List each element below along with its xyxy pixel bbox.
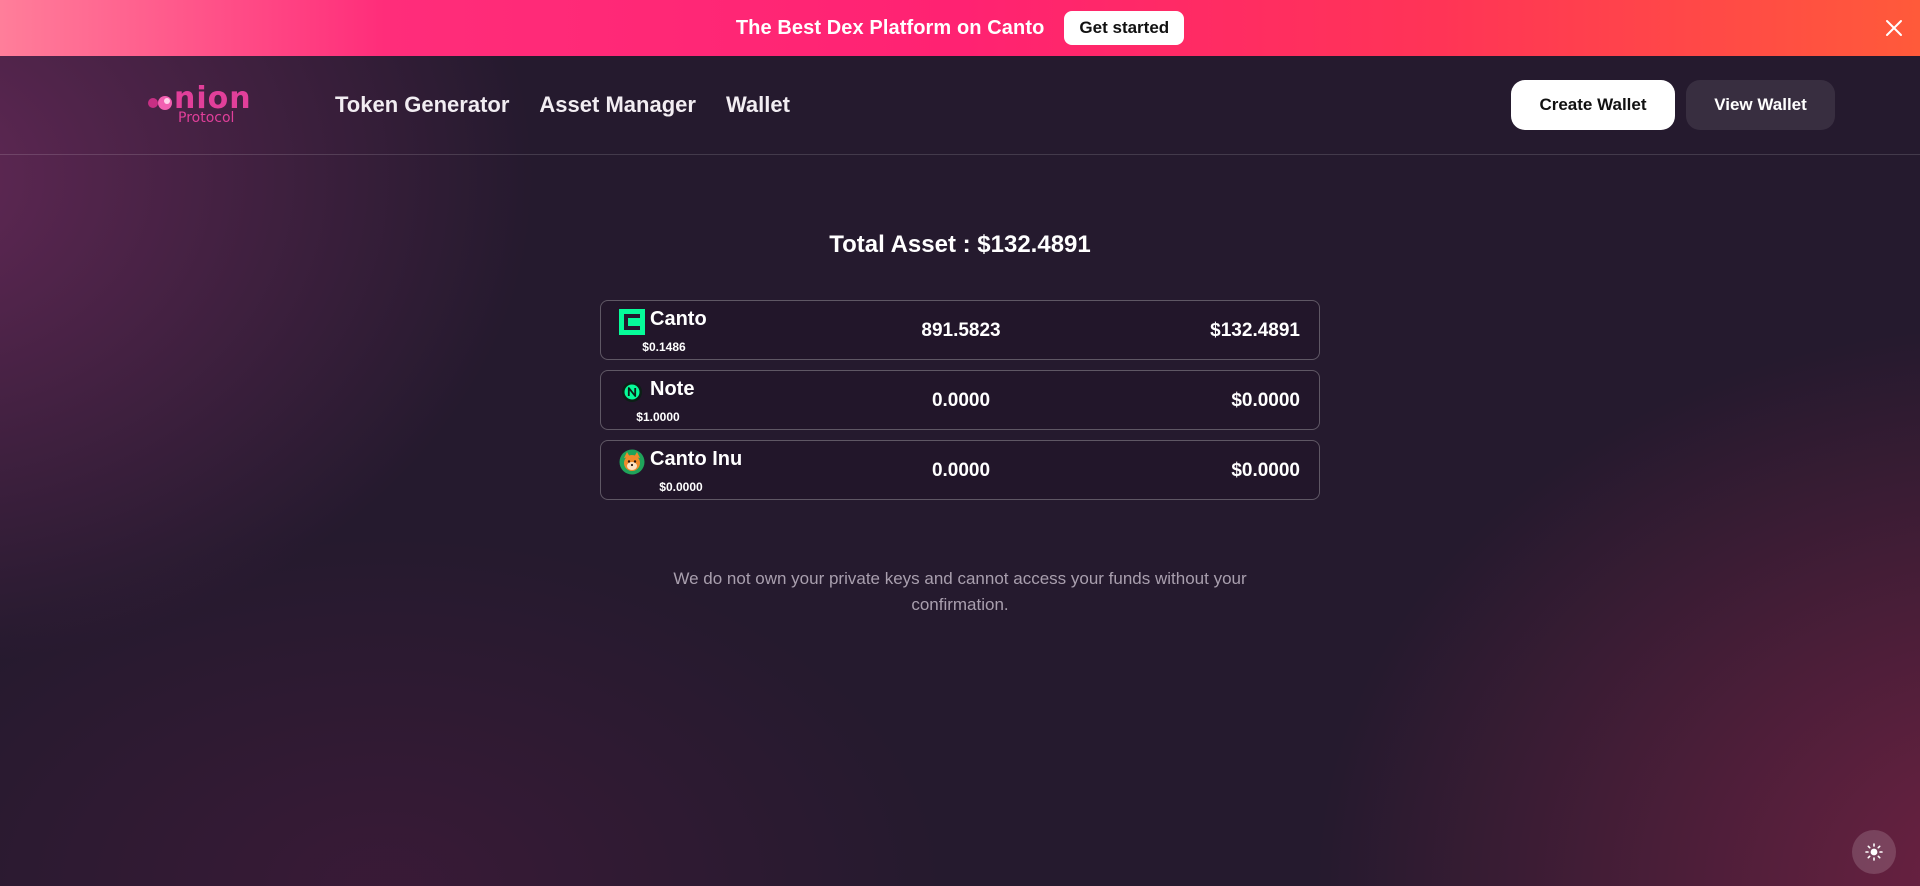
note-logo-icon	[619, 379, 645, 405]
token-value: $0.0000	[1231, 460, 1300, 481]
nav-asset-manager[interactable]: Asset Manager	[539, 92, 696, 118]
onion-protocol-logo[interactable]: nion Protocol	[146, 84, 251, 128]
logo-subtitle: Protocol	[178, 110, 235, 126]
onion-logo-icon	[148, 96, 172, 110]
asset-row-note[interactable]: Note $1.0000 0.0000 $0.0000	[600, 370, 1320, 430]
total-asset: Total Asset : $132.4891	[829, 231, 1091, 258]
view-wallet-button[interactable]: View Wallet	[1686, 80, 1835, 130]
token-balance: 0.0000	[931, 460, 991, 481]
token-value: $0.0000	[1231, 390, 1300, 411]
token-price: $0.1486	[642, 340, 686, 354]
token-price: $0.0000	[659, 480, 703, 494]
canto-inu-logo-icon	[619, 449, 645, 475]
main-nav: Token Generator Asset Manager Wallet	[335, 92, 790, 118]
sun-icon	[1865, 843, 1883, 861]
get-started-button[interactable]: Get started	[1064, 11, 1185, 45]
token-value: $132.4891	[1210, 320, 1300, 341]
token-name: Canto Inu	[650, 448, 743, 470]
nav-token-generator[interactable]: Token Generator	[335, 92, 509, 118]
close-icon[interactable]	[1880, 14, 1908, 42]
token-balance: 0.0000	[931, 390, 991, 411]
create-wallet-button[interactable]: Create Wallet	[1511, 80, 1675, 130]
canto-logo-icon	[619, 309, 645, 335]
banner-text: The Best Dex Platform on Canto	[735, 16, 1045, 39]
nav-wallet[interactable]: Wallet	[726, 92, 790, 118]
token-balance: 891.5823	[921, 320, 1001, 341]
asset-row-canto-inu[interactable]: Canto Inu $0.0000 0.0000 $0.0000	[600, 440, 1320, 500]
token-price: $1.0000	[636, 410, 680, 424]
token-name: Canto	[650, 308, 707, 330]
site-header: nion Protocol Token Generator Asset Mana…	[0, 56, 1920, 155]
token-name: Note	[650, 378, 695, 400]
custody-disclaimer: We do not own your private keys and cann…	[673, 569, 1247, 614]
theme-toggle-button[interactable]	[1852, 830, 1896, 874]
asset-row-canto[interactable]: Canto $0.1486 891.5823 $132.4891	[600, 300, 1320, 360]
asset-list: Canto $0.1486 891.5823 $132.4891 Note $1…	[600, 300, 1320, 510]
promo-banner: The Best Dex Platform on Canto Get start…	[0, 0, 1920, 56]
